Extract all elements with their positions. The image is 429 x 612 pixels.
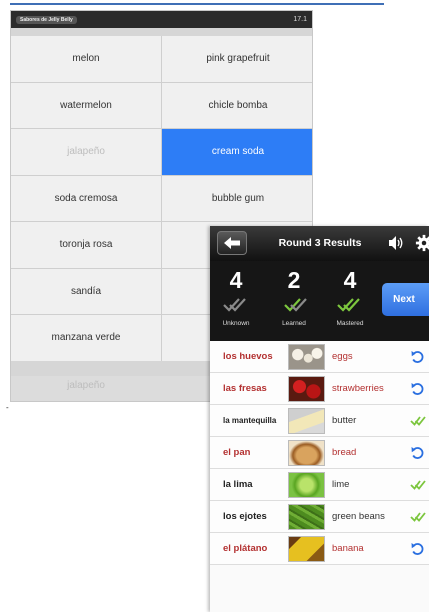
- app-title: Sabores de Jelly Belly: [16, 15, 77, 24]
- result-row[interactable]: los ejotes green beans: [210, 501, 429, 533]
- result-row[interactable]: el plátano banana: [210, 533, 429, 565]
- match-card[interactable]: pink grapefruit: [162, 36, 312, 82]
- match-card[interactable]: sandía: [11, 268, 161, 314]
- match-card[interactable]: chicle bomba: [162, 82, 312, 128]
- match-card[interactable]: toronja rosa: [11, 222, 161, 268]
- butter-image: [288, 408, 325, 434]
- english-term: green beans: [332, 511, 385, 522]
- english-term: banana: [332, 543, 364, 554]
- english-term: bread: [332, 447, 357, 458]
- unknown-count: 4: [229, 267, 243, 293]
- spanish-term: el pan: [223, 447, 251, 458]
- match-card[interactable]: bubble gum: [162, 175, 312, 221]
- status-bar: Sabores de Jelly Belly 17.1: [11, 11, 312, 28]
- green-double-check-icon: [337, 298, 360, 312]
- top-accent-line: [10, 3, 384, 5]
- unknown-label: Unknown: [222, 320, 250, 327]
- faded-word: jalapeño: [67, 380, 105, 391]
- status-right-text: 17.1: [293, 16, 307, 23]
- spanish-term: los huevos: [223, 351, 273, 362]
- spanish-term: la lima: [223, 479, 253, 490]
- match-card[interactable]: manzana verde: [11, 315, 161, 361]
- bread-image: [288, 440, 325, 466]
- double-check-icon: [410, 512, 426, 522]
- match-card[interactable]: jalapeño: [11, 129, 161, 175]
- spanish-term: la mantequilla: [223, 416, 277, 425]
- double-check-icon: [410, 416, 426, 426]
- match-card[interactable]: watermelon: [11, 82, 161, 128]
- english-term: butter: [332, 415, 357, 426]
- results-list: los huevos eggs las fresas strawberries la m…: [210, 341, 429, 565]
- stat-unknown: 4 Unknown: [214, 267, 258, 327]
- arrow-left-icon: [224, 237, 240, 249]
- lime-image: [288, 472, 325, 498]
- english-term: lime: [332, 479, 350, 490]
- eggs-image: [288, 344, 325, 370]
- result-row[interactable]: el pan bread: [210, 437, 429, 469]
- results-empty-area: [210, 565, 429, 612]
- match-card[interactable]: melon: [11, 36, 161, 82]
- banana-image: [288, 536, 325, 562]
- next-button[interactable]: Next: [382, 283, 429, 316]
- results-title: Round 3 Results: [278, 237, 362, 249]
- results-navbar: Round 3 Results: [210, 226, 429, 261]
- gear-icon[interactable]: [415, 233, 429, 253]
- green-beans-image: [288, 504, 325, 530]
- spanish-term: las fresas: [223, 383, 267, 394]
- mastered-count: 4: [343, 267, 357, 293]
- result-row[interactable]: la lima lime: [210, 469, 429, 501]
- result-row[interactable]: las fresas strawberries: [210, 373, 429, 405]
- strawberries-image: [288, 376, 325, 402]
- retry-icon[interactable]: [410, 350, 426, 364]
- speaker-icon[interactable]: [388, 234, 404, 252]
- stat-learned: 2 Learned: [272, 267, 316, 327]
- english-term: eggs: [332, 351, 353, 362]
- spanish-term: el plátano: [223, 543, 268, 554]
- learned-count: 2: [287, 267, 301, 293]
- double-check-icon: [410, 480, 426, 490]
- result-row[interactable]: los huevos eggs: [210, 341, 429, 373]
- crop-mark: -: [6, 403, 9, 412]
- learned-label: Learned: [282, 320, 306, 327]
- result-row[interactable]: la mantequilla butter: [210, 405, 429, 437]
- results-summary: 4 Unknown 2 Learned 4 Mastered Next: [210, 261, 429, 341]
- spanish-term: los ejotes: [223, 511, 267, 522]
- retry-icon[interactable]: [410, 382, 426, 396]
- match-card[interactable]: soda cremosa: [11, 175, 161, 221]
- results-screen: Round 3 Results 4 Unknown 2 Learned 4 Ma…: [210, 226, 429, 612]
- retry-icon[interactable]: [410, 542, 426, 556]
- english-term: strawberries: [332, 383, 384, 394]
- retry-icon[interactable]: [410, 446, 426, 460]
- grey-double-check-icon: [223, 298, 246, 312]
- stat-mastered: 4 Mastered: [328, 267, 372, 327]
- green-check-icon: [284, 298, 307, 312]
- mastered-label: Mastered: [336, 320, 364, 327]
- back-button[interactable]: [217, 231, 247, 255]
- match-card[interactable]: cream soda: [162, 129, 312, 175]
